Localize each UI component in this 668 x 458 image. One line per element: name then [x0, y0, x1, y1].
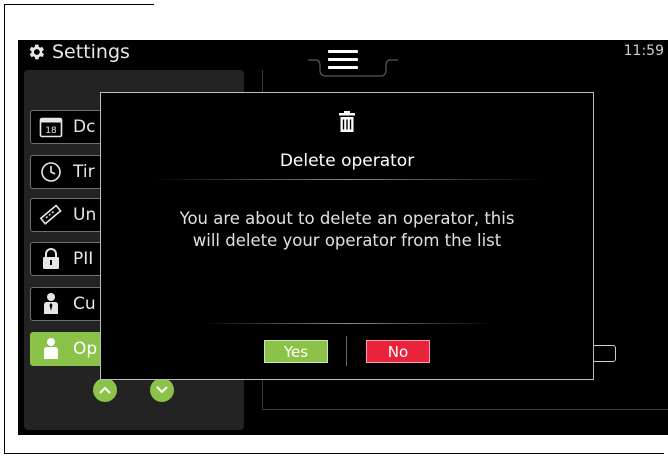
- operator-checkbox[interactable]: [592, 345, 616, 362]
- no-button[interactable]: No: [366, 340, 430, 363]
- yes-button[interactable]: Yes: [264, 340, 328, 363]
- hamburger-menu-icon[interactable]: [323, 50, 363, 72]
- person-tie-icon: [37, 290, 65, 318]
- gear-icon: [29, 44, 45, 60]
- page-title: Settings: [52, 41, 130, 63]
- ruler-icon: [37, 201, 65, 229]
- sidebar-item-label: Dc: [73, 117, 96, 137]
- divider: [201, 323, 495, 324]
- lock-icon: [37, 245, 65, 273]
- chevron-down-icon[interactable]: [150, 378, 174, 402]
- chevron-up-icon[interactable]: [93, 378, 117, 402]
- clock-icon: [37, 158, 65, 186]
- clock: 11:59: [623, 43, 664, 59]
- header-title: Settings: [26, 41, 130, 63]
- divider: [346, 336, 347, 366]
- trash-icon: [101, 111, 593, 133]
- divider: [151, 179, 545, 180]
- dialog-message: You are about to delete an operator, thi…: [179, 209, 515, 250]
- sidebar-item-label: Tir: [73, 162, 95, 182]
- dialog-title: Delete operator: [279, 151, 415, 171]
- sidebar-item-label: Cu: [73, 294, 96, 314]
- svg-text:18: 18: [45, 126, 57, 136]
- sidebar-item-label: Op: [73, 339, 98, 359]
- person-icon: [37, 335, 65, 363]
- delete-operator-dialog: Delete operator You are about to delete …: [100, 92, 594, 380]
- sidebar-item-label: PII: [73, 249, 94, 269]
- calendar-icon: 18: [37, 113, 65, 141]
- device-screen: Settings 11:59 18 Dc Tir Un PII Cu Op De…: [18, 40, 668, 435]
- sidebar-item-label: Un: [73, 205, 97, 225]
